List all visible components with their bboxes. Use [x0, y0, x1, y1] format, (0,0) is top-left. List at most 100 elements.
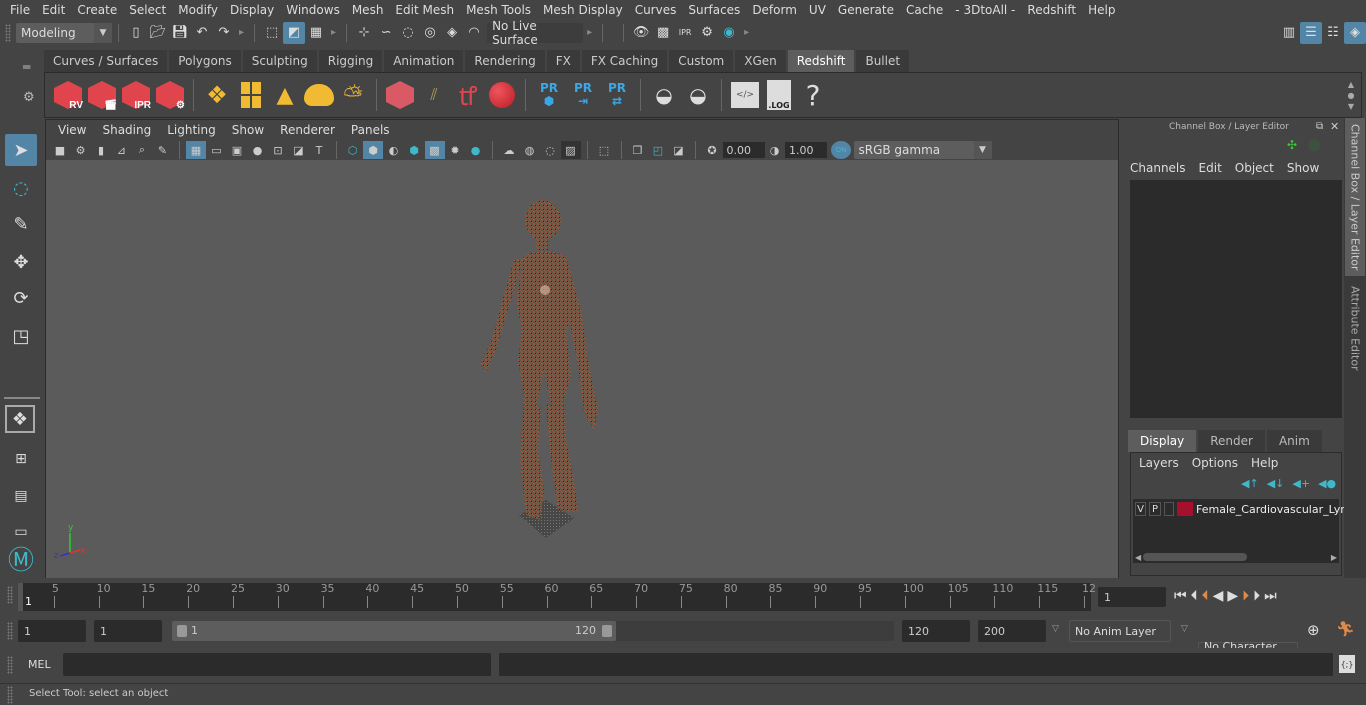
help-button[interactable]: ?: [796, 76, 830, 114]
grip-handle[interactable]: [7, 686, 13, 704]
redshift-render-view-button[interactable]: RV: [51, 76, 85, 114]
timeline-track[interactable]: 1 5 10 15 20 25 30 35 40 45 50 55 60 65 70 75 80 85 90 95 1…: [18, 582, 1096, 611]
scroll-left-icon[interactable]: ◀: [1135, 553, 1141, 562]
current-time-marker[interactable]: [18, 583, 23, 611]
visibility-toggle[interactable]: V: [1135, 502, 1146, 516]
maya-logo-icon[interactable]: Ⓜ: [5, 542, 37, 576]
redshift-hair-button[interactable]: ⫽: [417, 76, 451, 114]
redshift-curve-button[interactable]: ꝷ: [451, 76, 485, 114]
safe-title-icon[interactable]: T: [309, 141, 329, 159]
menu-select[interactable]: Select: [129, 3, 166, 17]
channel-box-menu-show[interactable]: Show: [1287, 161, 1319, 175]
shelf-tab-xgen[interactable]: XGen: [735, 50, 786, 72]
viewport-menu-show[interactable]: Show: [232, 123, 264, 137]
select-tool-icon[interactable]: ➤: [5, 134, 37, 166]
redshift-area-light-button[interactable]: [234, 76, 268, 114]
motion-blur-icon[interactable]: ◍: [520, 141, 540, 159]
menu-deform[interactable]: Deform: [752, 3, 797, 17]
playback-end-field[interactable]: 120: [902, 620, 970, 642]
new-layer-selected-icon[interactable]: ◀●: [1318, 477, 1336, 490]
wireframe-on-shaded-icon[interactable]: ⬢: [404, 141, 424, 159]
wireframe-icon[interactable]: ⬡: [343, 141, 363, 159]
layer-tab-anim[interactable]: Anim: [1266, 430, 1322, 452]
shelf-tab-fx-caching[interactable]: FX Caching: [581, 50, 668, 72]
command-input[interactable]: [63, 653, 491, 676]
pr-export-button[interactable]: PR ⇥: [566, 76, 600, 114]
step-back-key-icon[interactable]: ⏴: [1202, 588, 1209, 604]
menu-create[interactable]: Create: [77, 3, 117, 17]
menu-uv[interactable]: UV: [809, 3, 826, 17]
collapse-icon[interactable]: ▸: [331, 27, 336, 38]
character-set-chevron-icon[interactable]: ▽: [1181, 624, 1188, 634]
snap-curve-icon[interactable]: ∽: [375, 22, 397, 44]
log-button[interactable]: .LOG: [762, 76, 796, 114]
menu-mesh-display[interactable]: Mesh Display: [543, 3, 623, 17]
tool-settings-toggle-icon[interactable]: ☷: [1322, 22, 1344, 44]
modeling-toolkit-icon[interactable]: ▥: [1278, 22, 1300, 44]
save-scene-icon[interactable]: 💾︎: [169, 22, 191, 44]
menu-modify[interactable]: Modify: [178, 3, 218, 17]
select-object-icon[interactable]: ◩: [283, 21, 306, 44]
redshift-dome-light-button[interactable]: [302, 76, 336, 114]
auto-key-icon[interactable]: ⊕: [1307, 621, 1320, 639]
playback-range-bar[interactable]: 1 120: [172, 621, 616, 641]
shelf-scrollbar[interactable]: ▲ ● ▼: [1345, 79, 1357, 112]
use-all-lights-icon[interactable]: ✹: [445, 141, 465, 159]
3d-scene[interactable]: y x z persp: [46, 160, 1118, 611]
redshift-render-settings-button[interactable]: ⚙: [153, 76, 187, 114]
grid-toggle-icon[interactable]: ▦: [186, 141, 206, 159]
layer-tab-display[interactable]: Display: [1128, 430, 1197, 452]
menu-mesh[interactable]: Mesh: [352, 3, 384, 17]
menu-redshift[interactable]: Redshift: [1027, 3, 1076, 17]
layer-hscrollbar[interactable]: ◀ ▶: [1133, 551, 1339, 563]
pr-object-button[interactable]: PR ⬢: [532, 76, 566, 114]
display-type-toggle[interactable]: [1164, 502, 1174, 516]
menu-display[interactable]: Display: [230, 3, 274, 17]
anim-layer-chevron-icon[interactable]: ▽: [1052, 624, 1059, 634]
redshift-sun-sky-button[interactable]: ⛅︎: [336, 76, 370, 114]
collapse-icon[interactable]: ▸: [587, 27, 592, 38]
play-forwards-icon[interactable]: ▶: [1227, 588, 1238, 604]
snap-point-icon[interactable]: ◌: [397, 22, 419, 44]
scroll-thumb[interactable]: ●: [1348, 90, 1355, 101]
render-settings-icon[interactable]: ⚙: [696, 22, 718, 44]
pr-swap-button[interactable]: PR ⇄: [600, 76, 634, 114]
shelf-tab-rigging[interactable]: Rigging: [318, 50, 383, 72]
menu-help[interactable]: Help: [1088, 3, 1115, 17]
single-perspective-layout-icon[interactable]: ❖: [5, 405, 35, 433]
select-component-icon[interactable]: ▦: [305, 22, 327, 44]
gamma-field[interactable]: 1.00: [785, 142, 827, 158]
new-layer-icon[interactable]: ◀+: [1292, 477, 1310, 490]
scroll-down-icon[interactable]: ▼: [1348, 101, 1354, 112]
scroll-right-icon[interactable]: ▶: [1331, 553, 1337, 562]
default-material-icon[interactable]: ◐: [384, 141, 404, 159]
camera-attributes-icon[interactable]: ⚙: [71, 141, 91, 159]
shelf-tab-bullet[interactable]: Bullet: [856, 50, 910, 72]
range-track[interactable]: [616, 621, 894, 641]
current-frame-field[interactable]: 1: [1098, 587, 1166, 607]
menu-file[interactable]: File: [10, 3, 30, 17]
redshift-ipr-button[interactable]: IPR: [119, 76, 153, 114]
hypershade-icon[interactable]: ◉: [718, 22, 740, 44]
bake-pie-button[interactable]: ◒: [647, 76, 681, 114]
2d-pan-zoom-icon[interactable]: ⌕: [132, 141, 152, 159]
scene-start-field[interactable]: 1: [18, 620, 86, 642]
layer-menu-options[interactable]: Options: [1192, 456, 1238, 470]
resolution-gate-icon[interactable]: ▣: [227, 141, 247, 159]
snap-grid-icon[interactable]: ⊹: [353, 22, 375, 44]
go-to-start-icon[interactable]: ⏮: [1174, 588, 1187, 604]
viewport-menu-renderer[interactable]: Renderer: [280, 123, 335, 137]
live-surface-field[interactable]: No Live Surface: [487, 19, 584, 47]
sync-icon[interactable]: [1308, 139, 1320, 151]
select-hierarchy-icon[interactable]: ⬚: [261, 22, 283, 44]
redshift-spot-light-button[interactable]: ▲: [268, 76, 302, 114]
grip-handle[interactable]: [7, 622, 13, 640]
channel-list[interactable]: [1130, 180, 1342, 418]
menu-mesh-tools[interactable]: Mesh Tools: [466, 3, 531, 17]
playback-toggle[interactable]: P: [1149, 502, 1161, 516]
gate-mask-icon[interactable]: ●: [248, 141, 268, 159]
manipulator-icon[interactable]: ✣: [1287, 138, 1297, 152]
film-gate-icon[interactable]: ▭: [207, 141, 227, 159]
menu-curves[interactable]: Curves: [635, 3, 677, 17]
range-start-handle[interactable]: [177, 625, 187, 637]
